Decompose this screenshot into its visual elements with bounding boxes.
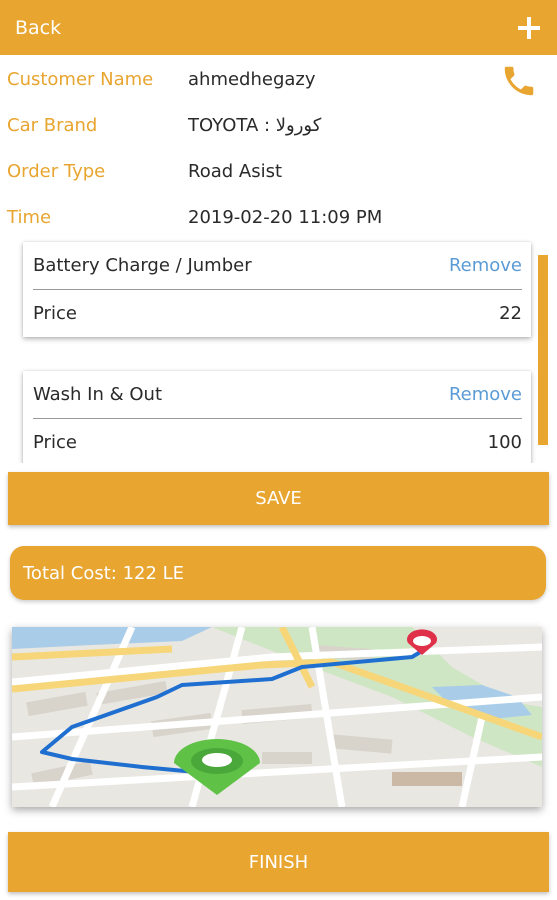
customer-name-value: ahmedhegazy: [188, 68, 316, 90]
service-card: Battery Charge / Jumber Remove Price 22: [23, 242, 531, 337]
list-scrollbar[interactable]: [538, 255, 548, 445]
time-label: Time: [7, 206, 52, 228]
time-value: 2019-02-20 11:09 PM: [188, 206, 383, 228]
top-bar: Back: [0, 0, 557, 55]
finish-button[interactable]: FINISH: [8, 832, 549, 892]
order-type-label: Order Type: [7, 160, 106, 182]
services-list[interactable]: Battery Charge / Jumber Remove Price 22 …: [0, 237, 557, 463]
route-map[interactable]: [12, 627, 542, 807]
order-type-value: Road Asist: [188, 160, 283, 182]
remove-button[interactable]: Remove: [449, 255, 522, 276]
service-name: Wash In & Out: [33, 384, 163, 405]
price-label: Price: [33, 303, 77, 324]
service-card: Wash In & Out Remove Price 100: [23, 371, 531, 463]
price-label: Price: [33, 432, 77, 453]
car-brand-value: TOYOTA : كورولا: [188, 114, 322, 136]
map-illustration: [12, 627, 542, 807]
service-name: Battery Charge / Jumber: [33, 255, 252, 276]
phone-icon[interactable]: [500, 62, 538, 100]
back-button[interactable]: Back: [15, 17, 61, 39]
car-brand-label: Car Brand: [7, 114, 98, 136]
save-button[interactable]: SAVE: [8, 472, 549, 525]
price-value: 100: [487, 432, 522, 453]
plus-icon[interactable]: [515, 14, 543, 42]
total-cost: Total Cost: 122 LE: [10, 546, 546, 600]
customer-name-label: Customer Name: [7, 68, 154, 90]
remove-button[interactable]: Remove: [449, 384, 522, 405]
price-value: 22: [499, 303, 522, 324]
